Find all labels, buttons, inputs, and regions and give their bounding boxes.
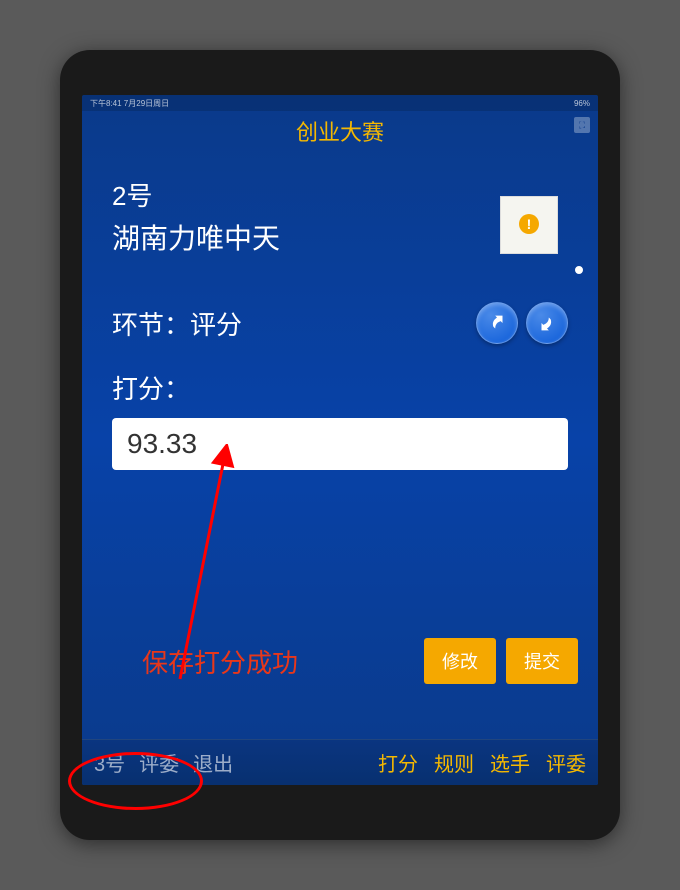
page-indicator-dot bbox=[575, 266, 583, 274]
next-button[interactable] bbox=[526, 302, 568, 344]
contestant-name: 湖南力唯中天 bbox=[112, 217, 500, 257]
judge-number: 3号 bbox=[94, 748, 125, 777]
exit-button[interactable]: 退出 bbox=[193, 748, 233, 777]
status-battery: 96% bbox=[574, 99, 590, 108]
section-value: 评分 bbox=[190, 305, 476, 342]
prev-button[interactable] bbox=[476, 302, 518, 344]
modify-button[interactable]: 修改 bbox=[424, 638, 496, 684]
contestant-info: 2号 湖南力唯中天 bbox=[112, 176, 500, 257]
arrow-up-left-icon bbox=[486, 312, 508, 334]
status-message: 保存打分成功 bbox=[142, 643, 298, 680]
action-bar: 保存打分成功 修改 提交 bbox=[82, 638, 598, 684]
footer-left: 3号 评委 bbox=[94, 748, 179, 777]
submit-button[interactable]: 提交 bbox=[506, 638, 578, 684]
score-label: 打分： bbox=[112, 369, 568, 406]
tab-contestants[interactable]: 选手 bbox=[490, 748, 530, 777]
main-content: 2号 湖南力唯中天 ! 环节： 评分 bbox=[82, 151, 598, 739]
section-label: 环节： bbox=[112, 305, 190, 342]
app-header: 创业大赛 ⛶ bbox=[82, 111, 598, 151]
warning-icon: ! bbox=[519, 214, 539, 234]
tab-rules[interactable]: 规则 bbox=[434, 748, 474, 777]
tab-score[interactable]: 打分 bbox=[378, 748, 418, 777]
judge-role-label: 评委 bbox=[139, 748, 179, 777]
footer-tabs: 打分 规则 选手 评委 bbox=[378, 748, 586, 777]
tablet-device-frame: 下午8:41 7月29日周日 96% 创业大赛 ⛶ 2号 湖南力唯中天 ! bbox=[60, 50, 620, 840]
tab-judges[interactable]: 评委 bbox=[546, 748, 586, 777]
status-bar: 下午8:41 7月29日周日 96% bbox=[82, 95, 598, 111]
status-time: 下午8:41 7月29日周日 bbox=[90, 98, 169, 109]
contestant-number: 2号 bbox=[112, 176, 500, 213]
app-screen: 下午8:41 7月29日周日 96% 创业大赛 ⛶ 2号 湖南力唯中天 ! bbox=[82, 95, 598, 785]
section-row: 环节： 评分 bbox=[112, 302, 568, 344]
page-title: 创业大赛 bbox=[296, 115, 384, 147]
score-input[interactable] bbox=[112, 418, 568, 470]
footer-nav: 3号 评委 退出 打分 规则 选手 评委 bbox=[82, 739, 598, 785]
contestant-avatar[interactable]: ! bbox=[500, 196, 558, 254]
arrow-down-right-icon bbox=[536, 312, 558, 334]
fullscreen-icon[interactable]: ⛶ bbox=[574, 117, 590, 133]
nav-button-group bbox=[476, 302, 568, 344]
contestant-info-row: 2号 湖南力唯中天 ! bbox=[112, 176, 568, 257]
